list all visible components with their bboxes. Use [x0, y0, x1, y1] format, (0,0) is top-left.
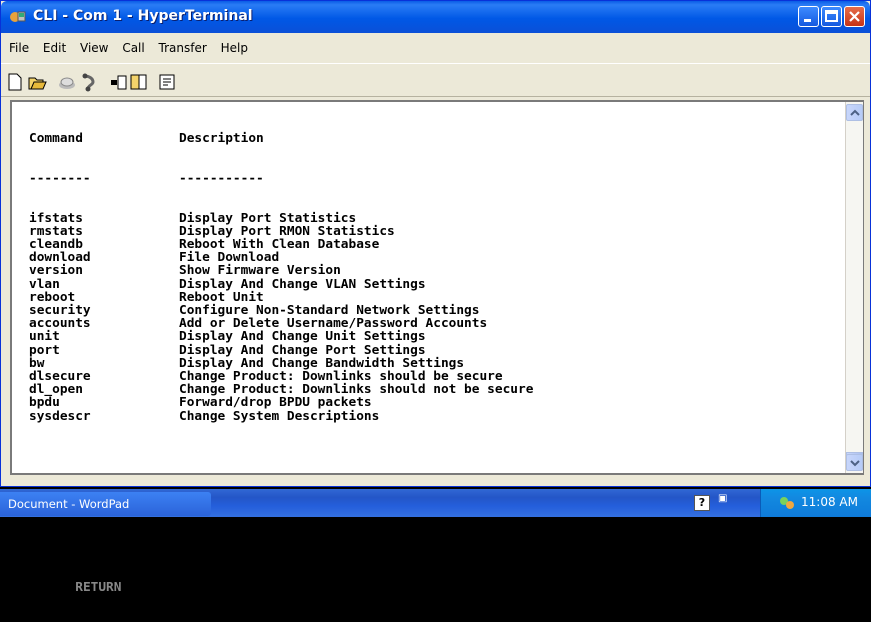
prompt-line: ->_ — [29, 540, 53, 556]
open-icon[interactable] — [27, 72, 47, 92]
scroll-down-button[interactable] — [846, 454, 863, 471]
command-row: unit Display And Change Unit Settings — [29, 330, 829, 343]
dial-icon[interactable] — [79, 72, 99, 92]
system-tray: 11:08 AM — [760, 489, 871, 517]
hyperterminal-window: CLI - Com 1 - HyperTerminal File Edit Vi… — [0, 0, 871, 594]
restore-icon[interactable]: ▣ — [718, 493, 727, 504]
window-title: CLI - Com 1 - HyperTerminal — [33, 8, 253, 24]
menu-divider — [1, 63, 870, 64]
header-description: Description — [179, 131, 264, 147]
underline-description: ----------- — [179, 171, 264, 187]
command-name: sysdescr — [29, 408, 91, 424]
minimize-button[interactable] — [798, 6, 819, 27]
console-underline: -------- ----------- — [29, 172, 829, 185]
minimize-icon — [804, 19, 811, 22]
command-description: Change System Descriptions — [179, 408, 380, 424]
underline-command: -------- — [29, 171, 91, 187]
menu-view[interactable]: View — [80, 41, 108, 55]
help-icon[interactable]: ? — [694, 495, 710, 511]
command-name: ifstats — [29, 210, 83, 226]
command-row: vlan Display And Change VLAN Settings — [29, 276, 829, 292]
command-name: version — [29, 263, 83, 279]
hyperterminal-icon — [10, 11, 26, 22]
command-row: accounts Add or Delete Username/Password … — [29, 317, 829, 330]
command-row: dl_open Change Product: Downlinks should … — [29, 383, 829, 396]
chevron-down-icon — [850, 460, 860, 467]
toolbar-divider — [1, 96, 870, 97]
scroll-up-button[interactable] — [846, 104, 863, 121]
command-name: unit — [29, 329, 60, 345]
command-name: vlan — [29, 276, 60, 292]
menu-help[interactable]: Help — [221, 41, 248, 55]
command-row: ifstats Display Port Statistics — [29, 210, 829, 226]
vertical-scrollbar[interactable] — [845, 102, 863, 473]
command-row: version Show Firmware Version — [29, 264, 829, 277]
header-command: Command — [29, 131, 83, 147]
command-name: port — [29, 342, 60, 358]
command-name: bpdu — [29, 395, 60, 411]
menu-bar: File Edit View Call Transfer Help — [4, 41, 253, 63]
console-header: Command Description — [29, 132, 829, 145]
new-icon[interactable] — [5, 72, 25, 92]
close-button[interactable] — [844, 6, 865, 27]
footer-key: RETURN — [75, 580, 122, 596]
close-icon — [849, 11, 860, 22]
menu-transfer[interactable]: Transfer — [159, 41, 207, 55]
properties-icon[interactable] — [157, 72, 177, 92]
command-row: download File Download — [29, 251, 829, 264]
menu-file[interactable]: File — [9, 41, 29, 55]
footer-post: To Go Back To Main Screen. — [121, 580, 330, 596]
receive-icon[interactable] — [129, 72, 149, 92]
disconnect-icon[interactable] — [57, 72, 77, 92]
send-icon[interactable] — [109, 72, 129, 92]
maximize-icon — [825, 10, 838, 22]
clock[interactable]: 11:08 AM — [801, 495, 858, 509]
status-bar — [1, 477, 870, 486]
command-row: bpdu Forward/drop BPDU packets — [29, 396, 829, 409]
menu-edit[interactable]: Edit — [43, 41, 66, 55]
menu-call[interactable]: Call — [122, 41, 144, 55]
footer-pre: Press — [29, 580, 76, 596]
taskbar: Document - WordPad ? ▣ 11:08 AM — [0, 489, 871, 517]
terminal-output: Command Description -------- ----------- i… — [29, 106, 829, 621]
title-bar[interactable]: CLI - Com 1 - HyperTerminal — [1, 1, 870, 33]
command-row: rmstats Display Port RMON Statistics — [29, 225, 829, 238]
footer-line: Press RETURN To Go Back To Main Screen. — [29, 581, 829, 594]
command-row: cleandb Reboot With Clean Database — [29, 238, 829, 251]
command-row: sysdescr Change System Descriptions — [29, 408, 829, 424]
chevron-up-icon — [850, 109, 860, 116]
maximize-button[interactable] — [821, 6, 842, 27]
taskbar-item-wordpad[interactable]: Document - WordPad — [0, 492, 211, 516]
command-list: ifstats Display Port Statistics rmstats Dis… — [29, 210, 829, 424]
network-icon[interactable] — [779, 495, 795, 511]
